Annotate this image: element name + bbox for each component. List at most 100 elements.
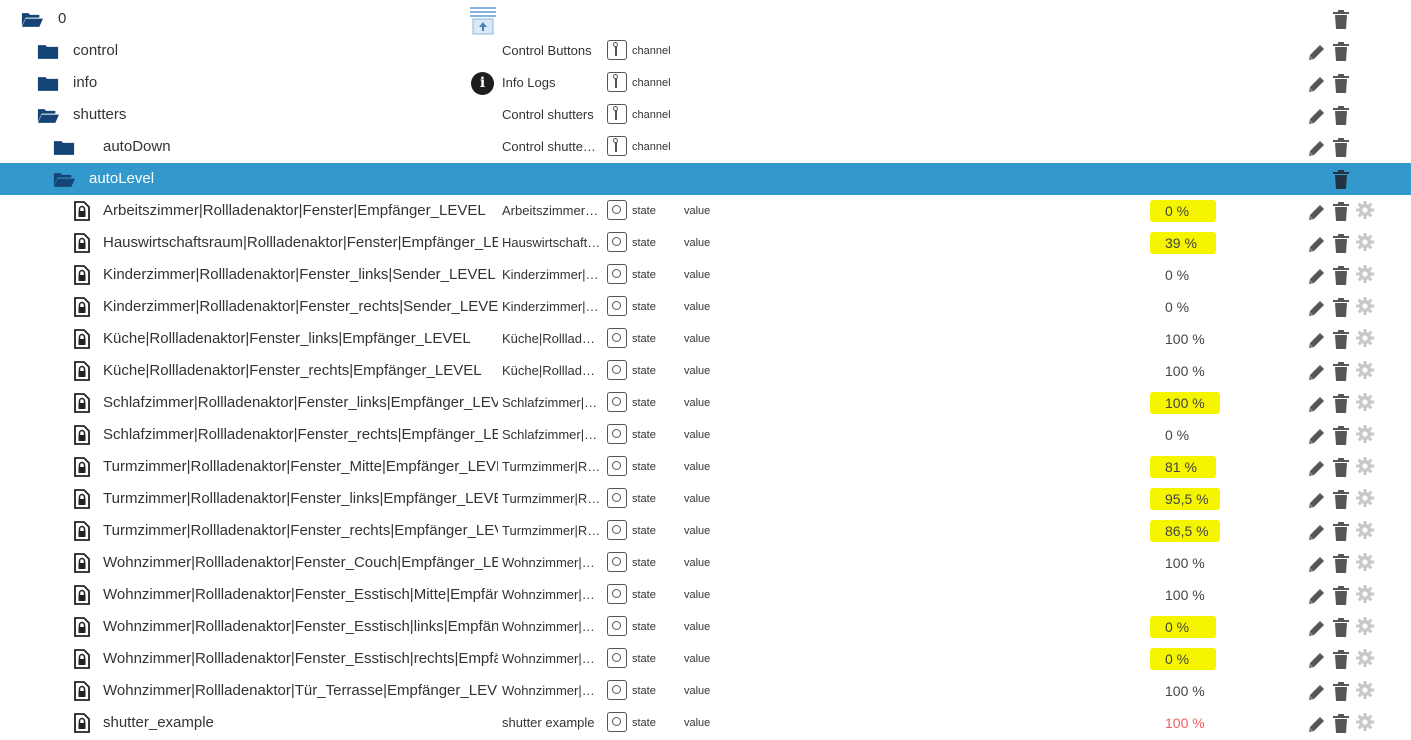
- pencil-icon[interactable]: [1307, 554, 1327, 574]
- trash-icon[interactable]: [1333, 714, 1349, 733]
- gear-icon[interactable]: [1355, 360, 1375, 380]
- role-icon[interactable]: [607, 104, 627, 124]
- state-row[interactable]: Schlafzimmer|Rollladenaktor|Fenster_rech…: [0, 419, 1411, 451]
- trash-icon[interactable]: [1333, 618, 1349, 637]
- trash-icon[interactable]: [1333, 650, 1349, 669]
- state-value[interactable]: 39 %: [1165, 227, 1197, 259]
- pencil-icon[interactable]: [1307, 394, 1327, 414]
- state-row[interactable]: Turmzimmer|Rollladenaktor|Fenster_links|…: [0, 483, 1411, 515]
- pencil-icon[interactable]: [1307, 106, 1327, 126]
- state-row[interactable]: Wohnzimmer|Rollladenaktor|Fenster_Couch|…: [0, 547, 1411, 579]
- folder-icon[interactable]: [37, 43, 59, 60]
- state-row[interactable]: shutter_example shutter example state value…: [0, 707, 1411, 739]
- gear-icon[interactable]: [1355, 552, 1375, 572]
- folder-open-icon[interactable]: [21, 11, 43, 28]
- trash-icon[interactable]: [1333, 522, 1349, 541]
- pencil-icon[interactable]: [1307, 650, 1327, 670]
- gear-icon[interactable]: [1355, 328, 1375, 348]
- state-value[interactable]: 100 %: [1165, 547, 1205, 579]
- state-value[interactable]: 86,5 %: [1165, 515, 1209, 547]
- folder-icon[interactable]: [37, 75, 59, 92]
- state-value[interactable]: 0 %: [1165, 419, 1189, 451]
- role-icon[interactable]: [607, 136, 627, 156]
- gear-icon[interactable]: [1355, 488, 1375, 508]
- trash-icon[interactable]: [1333, 10, 1349, 29]
- folder-icon[interactable]: [53, 139, 75, 156]
- trash-icon[interactable]: [1333, 202, 1349, 221]
- state-value[interactable]: 100 %: [1165, 387, 1205, 419]
- pencil-icon[interactable]: [1307, 682, 1327, 702]
- trash-icon[interactable]: [1333, 458, 1349, 477]
- state-row[interactable]: Arbeitszimmer|Rollladenaktor|Fenster|Emp…: [0, 195, 1411, 227]
- trash-icon[interactable]: [1333, 234, 1349, 253]
- state-value[interactable]: 0 %: [1165, 195, 1189, 227]
- trash-icon[interactable]: [1333, 106, 1349, 125]
- trash-icon[interactable]: [1333, 586, 1349, 605]
- pencil-icon[interactable]: [1307, 618, 1327, 638]
- gear-icon[interactable]: [1355, 712, 1375, 732]
- pencil-icon[interactable]: [1307, 522, 1327, 542]
- tree-row-autodown[interactable]: autoDown Control shutte… channel: [0, 131, 1411, 163]
- role-icon[interactable]: [607, 648, 627, 668]
- pencil-icon[interactable]: [1307, 330, 1327, 350]
- role-icon[interactable]: [607, 488, 627, 508]
- gear-icon[interactable]: [1355, 232, 1375, 252]
- trash-icon[interactable]: [1333, 426, 1349, 445]
- tree-row-root[interactable]: 0: [0, 3, 1411, 35]
- pencil-icon[interactable]: [1307, 490, 1327, 510]
- state-row[interactable]: Wohnzimmer|Rollladenaktor|Fenster_Esstis…: [0, 579, 1411, 611]
- pencil-icon[interactable]: [1307, 298, 1327, 318]
- pencil-icon[interactable]: [1307, 42, 1327, 62]
- state-value[interactable]: 81 %: [1165, 451, 1197, 483]
- role-icon[interactable]: [607, 360, 627, 380]
- gear-icon[interactable]: [1355, 264, 1375, 284]
- tree-row-autolevel[interactable]: autoLevel: [0, 163, 1411, 195]
- state-value[interactable]: 0 %: [1165, 259, 1189, 291]
- pencil-icon[interactable]: [1307, 458, 1327, 478]
- pencil-icon[interactable]: [1307, 362, 1327, 382]
- upload-icon[interactable]: [470, 7, 496, 35]
- trash-icon[interactable]: [1333, 682, 1349, 701]
- state-value[interactable]: 100 %: [1165, 579, 1205, 611]
- state-row[interactable]: Wohnzimmer|Rollladenaktor|Fenster_Esstis…: [0, 611, 1411, 643]
- tree-row-shutters[interactable]: shutters Control shutters channel: [0, 99, 1411, 131]
- trash-icon[interactable]: [1333, 330, 1349, 349]
- trash-icon[interactable]: [1333, 362, 1349, 381]
- state-row[interactable]: Hauswirtschaftsraum|Rollladenaktor|Fenst…: [0, 227, 1411, 259]
- role-icon[interactable]: [607, 424, 627, 444]
- trash-icon[interactable]: [1333, 490, 1349, 509]
- gear-icon[interactable]: [1355, 616, 1375, 636]
- role-icon[interactable]: [607, 456, 627, 476]
- role-icon[interactable]: [607, 264, 627, 284]
- pencil-icon[interactable]: [1307, 586, 1327, 606]
- state-row[interactable]: Wohnzimmer|Rollladenaktor|Fenster_Esstis…: [0, 643, 1411, 675]
- role-icon[interactable]: [607, 328, 627, 348]
- gear-icon[interactable]: [1355, 392, 1375, 412]
- role-icon[interactable]: [607, 200, 627, 220]
- state-row[interactable]: Turmzimmer|Rollladenaktor|Fenster_Mitte|…: [0, 451, 1411, 483]
- gear-icon[interactable]: [1355, 680, 1375, 700]
- state-row[interactable]: Turmzimmer|Rollladenaktor|Fenster_rechts…: [0, 515, 1411, 547]
- trash-icon[interactable]: [1333, 394, 1349, 413]
- state-value[interactable]: 100 %: [1165, 323, 1205, 355]
- trash-icon[interactable]: [1333, 74, 1349, 93]
- gear-icon[interactable]: [1355, 520, 1375, 540]
- state-value[interactable]: 95,5 %: [1165, 483, 1209, 515]
- state-row[interactable]: Küche|Rollladenaktor|Fenster_links|Empfä…: [0, 323, 1411, 355]
- state-row[interactable]: Kinderzimmer|Rollladenaktor|Fenster_link…: [0, 259, 1411, 291]
- pencil-icon[interactable]: [1307, 266, 1327, 286]
- role-icon[interactable]: [607, 520, 627, 540]
- state-value[interactable]: 100 %: [1165, 707, 1205, 739]
- trash-icon[interactable]: [1333, 42, 1349, 61]
- gear-icon[interactable]: [1355, 648, 1375, 668]
- state-row[interactable]: Wohnzimmer|Rollladenaktor|Tür_Terrasse|E…: [0, 675, 1411, 707]
- state-value[interactable]: 100 %: [1165, 675, 1205, 707]
- state-value[interactable]: 0 %: [1165, 611, 1189, 643]
- role-icon[interactable]: [607, 392, 627, 412]
- pencil-icon[interactable]: [1307, 714, 1327, 734]
- gear-icon[interactable]: [1355, 584, 1375, 604]
- folder-open-icon[interactable]: [53, 171, 75, 188]
- role-icon[interactable]: [607, 680, 627, 700]
- role-icon[interactable]: [607, 296, 627, 316]
- role-icon[interactable]: [607, 584, 627, 604]
